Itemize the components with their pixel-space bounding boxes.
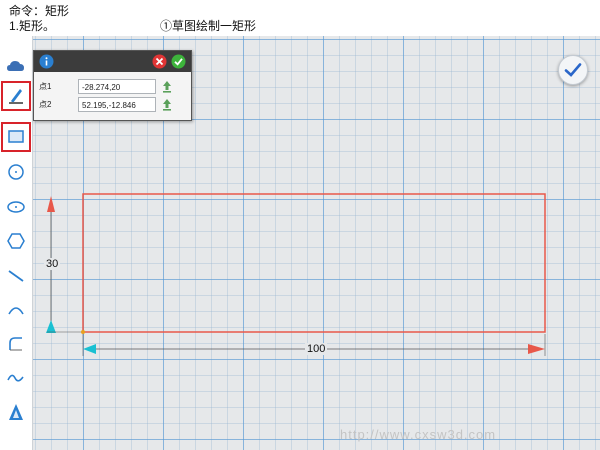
- text-tool-button[interactable]: [4, 400, 28, 424]
- text-icon: [9, 404, 23, 420]
- point1-label: 点1: [39, 82, 52, 91]
- point1-input[interactable]: -28.274,20: [78, 79, 156, 94]
- confirm-icon[interactable]: [171, 54, 186, 69]
- watermark-text: http://www.cxsw3d.com: [340, 427, 497, 442]
- checkmark-icon: [564, 63, 582, 77]
- dimension-arrow-left-icon: [83, 344, 96, 354]
- ellipse-tool-button[interactable]: [4, 195, 28, 219]
- circle-icon: [8, 164, 24, 180]
- cloud-icon: [7, 61, 24, 71]
- dimension-arrow-up-icon: [47, 196, 55, 212]
- sketch-toolbar: [0, 36, 33, 450]
- dialog-header: [34, 51, 191, 72]
- arc-tool-button[interactable]: [4, 298, 28, 322]
- polygon-icon: [7, 233, 25, 249]
- origin-point-icon: [81, 330, 85, 334]
- rectangle-tool-button[interactable]: [1, 122, 31, 152]
- pin-icon[interactable]: [161, 98, 173, 112]
- fillet-icon: [9, 337, 22, 351]
- dimension-arrow-bottom-icon: [46, 320, 56, 333]
- ellipse-icon: [7, 201, 25, 213]
- point1-row: 点1 -28.274,20: [34, 79, 191, 97]
- point2-row: 点2 52.195,-12.846: [34, 97, 191, 115]
- point2-label: 点2: [39, 100, 52, 109]
- sketch-tool-button[interactable]: [1, 81, 31, 111]
- arc-icon: [8, 307, 24, 315]
- spline-icon: [7, 374, 24, 382]
- height-dimension-value[interactable]: 30: [44, 258, 61, 270]
- spline-tool-button[interactable]: [4, 366, 28, 390]
- line-icon: [8, 270, 24, 282]
- rectangle-icon: [8, 130, 24, 143]
- rectangle-point-dialog: 点1 -28.274,20 点2 52.195,-12.846: [33, 50, 192, 121]
- info-icon[interactable]: [39, 54, 54, 69]
- cancel-icon[interactable]: [152, 54, 167, 69]
- circle-tool-button[interactable]: [4, 160, 28, 184]
- line-tool-button[interactable]: [4, 264, 28, 288]
- fillet-tool-button[interactable]: [4, 332, 28, 356]
- sketch-rectangle[interactable]: [82, 193, 546, 333]
- dimension-arrow-right-icon: [528, 344, 545, 354]
- pin-icon[interactable]: [161, 80, 173, 94]
- sketch-icon: [9, 89, 23, 104]
- polygon-tool-button[interactable]: [4, 229, 28, 253]
- cloud-tool-button[interactable]: [4, 54, 28, 78]
- finish-sketch-button[interactable]: [558, 55, 588, 85]
- point2-input[interactable]: 52.195,-12.846: [78, 97, 156, 112]
- width-dimension-value[interactable]: 100: [305, 343, 328, 355]
